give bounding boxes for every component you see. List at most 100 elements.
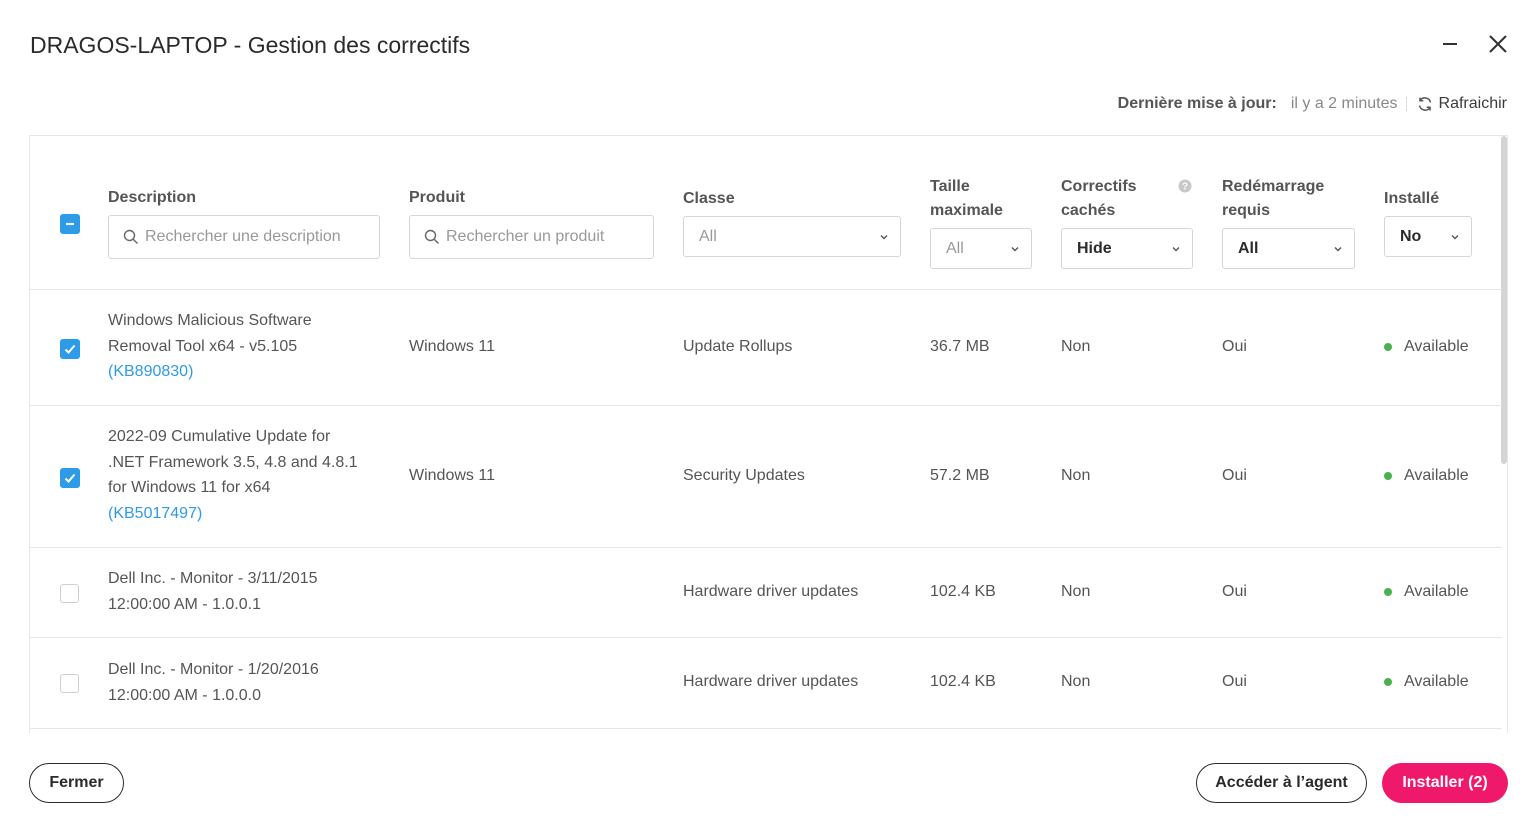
description-line: Dell Inc. - Monitor - 1/20/2016 [108,661,319,678]
minimize-icon [1443,43,1457,45]
status-dot [1384,471,1392,480]
kb-link[interactable]: (KB890830) [108,359,373,385]
chevron-down-icon [1172,246,1180,251]
refresh-label: Rafraichir [1438,95,1507,112]
chevron-down-icon [1011,246,1019,251]
row-reboot: Oui [1222,583,1247,600]
status-dot [1384,342,1392,351]
installed-filter-select[interactable]: No [1384,216,1472,257]
column-description: Description [108,186,196,210]
size-filter-select[interactable]: All [930,228,1032,269]
search-icon [424,229,439,244]
column-hidden-label-1: Correctifs [1061,178,1137,195]
column-product-label: Produit [409,189,465,206]
close-button[interactable] [1484,30,1512,58]
description-line: Dell Inc. - Monitor - 3/11/2015 [108,570,318,587]
row-reboot: Oui [1222,673,1247,690]
column-description-label: Description [108,189,197,206]
row-status: Available [1384,463,1469,489]
class-filter-value: All [699,227,717,245]
patch-management-dialog: DRAGOS-LAPTOP - Gestion des correctifs D… [0,0,1537,832]
table-row[interactable]: Windows Malicious Software Removal Tool … [30,290,1502,406]
last-update-label: Dernière mise à jour: [1117,95,1277,112]
row-hidden: Non [1061,673,1091,690]
reboot-filter-select[interactable]: All [1222,228,1355,269]
row-class: Hardware driver updates [683,673,859,690]
column-hidden-label-2: cachés [1061,202,1116,219]
install-button[interactable]: Installer (2) [1382,763,1508,803]
table-header: Description Rechercher une description P… [30,136,1502,290]
column-reboot-label-2: requis [1222,202,1271,219]
status-dot [1384,677,1392,686]
row-hidden: Non [1061,467,1091,484]
last-update-value: il y a 2 minutes [1290,95,1398,112]
chevron-down-icon [1451,234,1459,239]
column-size-label-1: Taille [930,178,970,195]
row-checkbox[interactable] [60,584,79,603]
close-icon [1489,35,1507,53]
dialog-title: DRAGOS-LAPTOP - Gestion des correctifs [30,32,471,58]
close-dialog-button[interactable]: Fermer [29,763,124,803]
row-product: Windows 11 [409,467,495,484]
column-size: Taille maximale [930,175,1003,223]
description-line: 2022-09 Cumulative Update for [108,428,331,445]
refresh-button[interactable]: Rafraichir [1417,95,1507,113]
row-reboot: Oui [1222,467,1247,484]
row-description: Dell Inc. - Monitor - 1/20/2016 12:00:00… [108,657,373,708]
description-line: .NET Framework 3.5, 4.8 and 4.8.1 [108,453,358,471]
select-all-checkbox[interactable] [60,214,80,234]
status-label: Available [1404,467,1469,484]
row-status: Available [1384,579,1469,605]
checkmark-icon [64,473,76,483]
go-to-agent-button[interactable]: Accéder à l’agent [1196,763,1367,803]
table-row[interactable]: Dell Inc. - Monitor - 3/11/2015 12:00:00… [30,548,1502,638]
description-search-input[interactable]: Rechercher une description [108,215,380,259]
chevron-down-icon [1334,246,1342,251]
status-dot [1384,587,1392,596]
status-label: Available [1404,583,1469,600]
refresh-icon [1418,97,1431,111]
row-status: Available [1384,669,1469,695]
column-installed-label: Installé [1384,190,1440,207]
row-checkbox[interactable] [60,674,79,693]
row-class: Security Updates [683,467,805,484]
row-size: 102.4 KB [930,583,996,600]
description-search-placeholder: Rechercher une description [145,228,341,245]
row-checkbox[interactable] [60,468,80,488]
description-line: for Windows 11 for x64 [108,479,271,496]
hidden-filter-select[interactable]: Hide [1061,228,1193,269]
class-filter-select[interactable]: All [683,216,901,257]
row-class: Update Rollups [683,338,793,355]
minimize-button[interactable] [1436,30,1464,58]
kb-link[interactable]: (KB5017497) [108,501,373,527]
installed-filter-value: No [1400,227,1422,245]
description-line: Windows Malicious Software [108,312,312,329]
row-product: Windows 11 [409,338,495,355]
column-reboot: Redémarrage requis [1222,175,1324,223]
column-class: Classe [683,187,735,211]
checkmark-icon [64,344,76,354]
description-line: 12:00:00 AM - 1.0.0.1 [108,595,261,613]
row-description: 2022-09 Cumulative Update for .NET Frame… [108,424,373,526]
svg-text:?: ? [1182,182,1188,193]
column-reboot-label-1: Redémarrage [1222,178,1325,195]
chevron-down-icon [880,234,888,239]
row-hidden: Non [1061,338,1091,355]
table-row[interactable]: Dell Inc. - Monitor - 1/20/2016 12:00:00… [30,638,1502,729]
table-row[interactable]: 2022-09 Cumulative Update for .NET Frame… [30,406,1502,548]
column-product: Produit [409,186,465,210]
row-class: Hardware driver updates [683,583,859,600]
description-line: 12:00:00 AM - 1.0.0.0 [108,686,261,704]
row-size: 36.7 MB [930,338,990,355]
column-size-label-2: maximale [930,202,1003,219]
row-description: Windows Malicious Software Removal Tool … [108,308,373,385]
hidden-filter-value: Hide [1077,239,1112,257]
row-reboot: Oui [1222,338,1247,355]
help-icon[interactable]: ? [1178,179,1192,193]
row-checkbox[interactable] [60,339,80,359]
product-search-input[interactable]: Rechercher un produit [409,215,654,259]
patch-table: Description Rechercher une description P… [29,135,1508,733]
product-search-placeholder: Rechercher un produit [446,228,605,245]
status-label: Available [1404,673,1469,690]
last-update-bar: Dernière mise à jour: il y a 2 minutes R… [1118,94,1507,114]
